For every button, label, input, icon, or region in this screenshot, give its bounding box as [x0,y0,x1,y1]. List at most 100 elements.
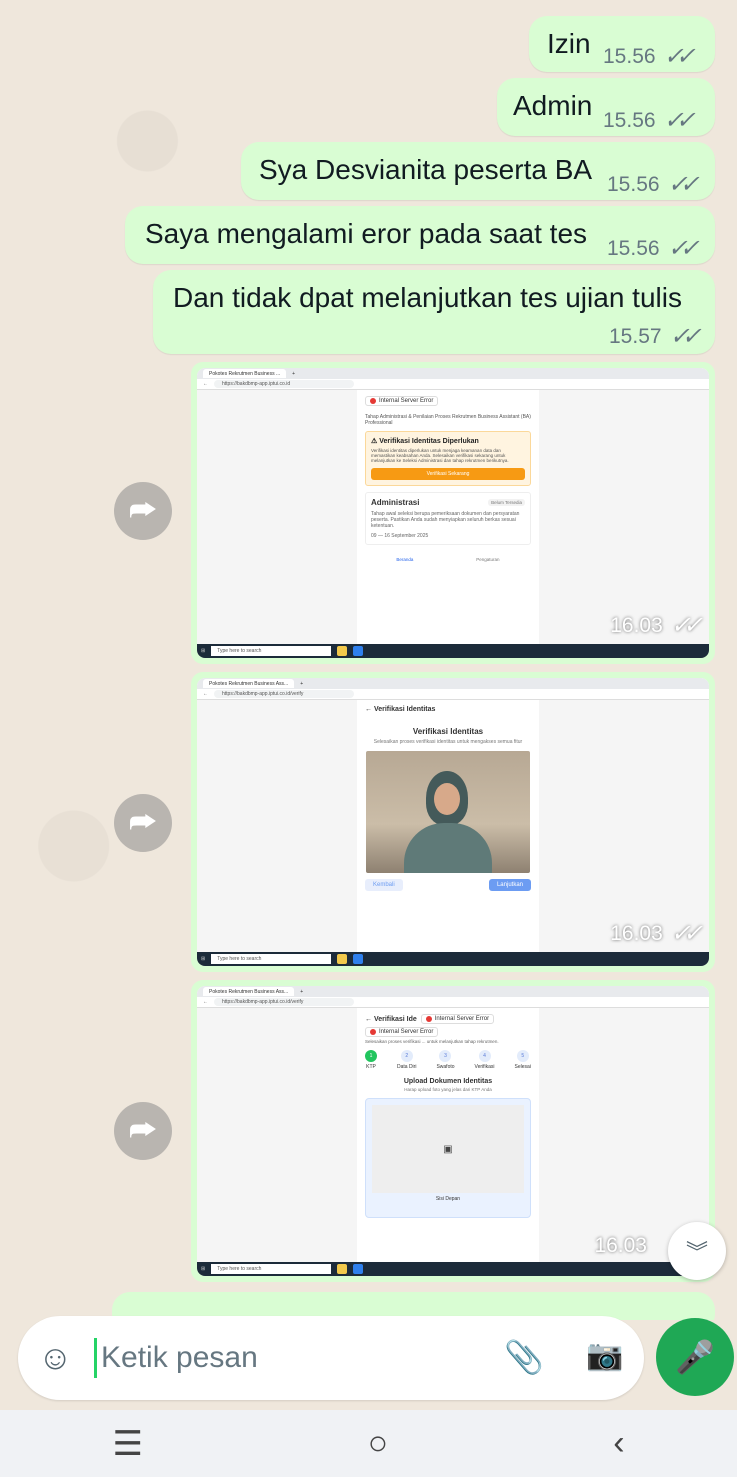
page-back-title: ← Verifikasi Identitas [365,706,436,713]
message-text: Saya mengalami eror pada saat tes [145,218,588,249]
windows-taskbar: ⊞ Type here to search [197,1262,709,1276]
read-ticks-icon: ✓✓ [667,235,700,262]
taskbar-app-icon [337,954,348,964]
message-bubble[interactable]: Sya Desvianita peserta BA 15.56 ✓✓ [241,142,715,200]
taskbar-search: Type here to search [211,1264,332,1274]
message-meta: 15.56 ✓✓ [603,42,696,71]
web-page: ← Verifikasi Ide Internal Server Error I… [197,1008,709,1262]
double-chevron-down-icon[interactable]: ︾ [668,1222,726,1280]
browser-addressbar: ← https://bakdbmp-app.iptui.co.id [197,379,709,390]
screenshot-image[interactable]: Pokotes Rekrutmen Business ... + ← https… [197,368,709,658]
new-tab-icon: + [300,680,304,687]
image-message[interactable]: Pokotes Rekrutmen Business Ass... + ← ht… [191,980,715,1282]
taskbar-search: Type here to search [211,954,332,964]
browser-tabbar: Pokotes Rekrutmen Business Ass... + [197,986,709,997]
taskbar-search: Type here to search [211,646,332,656]
message-meta: 15.57 ✓✓ [609,322,702,351]
image-time: 16.03 [610,921,663,945]
verify-heading: Verifikasi Identitas [412,727,484,736]
screenshot-image[interactable]: Pokotes Rekrutmen Business Ass... + ← ht… [197,678,709,966]
taskbar-app-icon [353,646,364,656]
message-meta: 15.56 ✓✓ [603,106,696,135]
message-text: Admin [513,90,593,121]
message-bubble[interactable]: Saya mengalami eror pada saat tes 15.56 … [125,206,715,264]
taskbar-app-icon [337,646,348,656]
admin-card: Administrasi Belum Tersedia Tahap awal s… [365,492,531,545]
windows-taskbar: ⊞ Type here to search [197,952,709,966]
forward-icon[interactable]: ⮫ [114,794,172,852]
recent-apps-icon[interactable]: ☰ [112,1424,142,1464]
message-bubble[interactable]: Admin 15.56 ✓✓ [497,78,715,136]
continue-button: Lanjutkan [488,879,531,891]
message-time: 15.56 [603,108,656,132]
verify-now-button: Verifikasi Sekarang [371,468,525,480]
taskbar-app-icon [337,1264,348,1274]
admin-body: Tahap awal seleksi berupa pemeriksaan do… [371,511,520,529]
message-text: Dan tidak dpat melanjutkan tes ujian tul… [173,282,682,313]
step-item: 3 Swafoto [436,1050,455,1070]
read-ticks-icon: ✓✓ [669,323,702,350]
error-icon [370,1029,376,1035]
back-icon: ← [203,999,208,1005]
page-card: Internal Server Error Tahap Administrasi… [357,390,539,644]
error-icon [370,398,376,404]
error-text: Internal Server Error [434,1016,490,1022]
chat-area[interactable]: Izin 15.56 ✓✓ Admin 15.56 ✓✓ Sya Desvian… [0,0,737,1320]
message-bubble[interactable]: Dan tidak dpat melanjutkan tes ujian tul… [153,270,715,354]
windows-start-icon: ⊞ [201,1266,206,1272]
message-time: 15.56 [607,236,660,260]
browser-tabbar: Pokotes Rekrutmen Business Ass... + [197,678,709,689]
page-subtitle: Tahap Administrasi & Penilaian Proses Re… [365,414,531,426]
message-text: Izin [547,28,591,59]
camera-icon[interactable]: 📷 [586,1338,623,1373]
windows-start-icon: ⊞ [201,956,206,962]
side-label: Sisi Depan [435,1196,461,1202]
taskbar-app-icon [353,1264,364,1274]
bottom-nav: Beranda Pengaturan [365,557,531,562]
message-time: 15.56 [603,44,656,68]
web-page: Internal Server Error Tahap Administrasi… [197,390,709,644]
image-meta: 16.03 [594,1234,647,1258]
verify-desc: Selesaikan proses verifikasi identitas u… [373,739,523,745]
message-input[interactable] [101,1341,481,1375]
browser-url: https://bakdbmp-app.iptui.co.id/verify [214,690,354,698]
browser-tab: Pokotes Rekrutmen Business Ass... [203,987,295,996]
taskbar-app-icon [353,954,364,964]
read-ticks-icon: ✓✓ [670,920,703,947]
image-message[interactable]: Pokotes Rekrutmen Business Ass... + ← ht… [191,672,715,972]
error-text: Internal Server Error [379,1029,434,1035]
mic-icon[interactable]: 🎤 [656,1318,734,1396]
forward-icon[interactable]: ⮫ [114,1102,172,1160]
image-time: 16.03 [594,1234,647,1257]
android-nav-bar: ☰ ○ ‹ [0,1410,737,1477]
message-input-bar[interactable]: ☺ 📎 📷 [18,1316,644,1400]
upload-title: Upload Dokumen Identitas [403,1078,493,1085]
web-page: ← Verifikasi Identitas Verifikasi Identi… [197,700,709,952]
error-toast: Internal Server Error [420,1014,495,1024]
admin-badge: Belum Tersedia [488,499,525,506]
forward-icon[interactable]: ⮫ [114,482,172,540]
screenshot-image[interactable]: Pokotes Rekrutmen Business Ass... + ← ht… [197,986,709,1276]
browser-url: https://bakdbmp-app.iptui.co.id [214,380,354,388]
step-item: 2 Data Diri [397,1050,416,1070]
error-icon [425,1016,432,1022]
back-button: Kembali [365,879,403,891]
browser-addressbar: ← https://bakdbmp-app.iptui.co.id/verify [197,689,709,700]
message-meta: 15.56 ✓✓ [607,170,700,199]
error-toast: Internal Server Error [365,396,439,406]
image-message[interactable]: Pokotes Rekrutmen Business ... + ← https… [191,362,715,664]
message-bubble[interactable]: Izin 15.56 ✓✓ [529,16,715,72]
windows-start-icon: ⊞ [201,648,206,654]
sticker-icon[interactable]: ☺ [38,1339,82,1378]
warning-box: ⚠ Verifikasi Identitas Diperlukan Verifi… [365,431,531,486]
browser-tabbar: Pokotes Rekrutmen Business ... + [197,368,709,379]
warning-body: Verifikasi identitas diperlukan untuk me… [371,448,509,463]
home-icon[interactable]: ○ [368,1424,389,1463]
read-ticks-icon: ✓✓ [663,107,696,134]
error-text: Internal Server Error [379,398,434,404]
back-icon: ← [203,381,208,387]
warning-title: ⚠ Verifikasi Identitas Diperlukan [371,438,479,445]
paperclip-icon[interactable]: 📎 [504,1338,544,1376]
message-time: 15.56 [607,172,660,196]
back-icon[interactable]: ‹ [613,1424,624,1463]
